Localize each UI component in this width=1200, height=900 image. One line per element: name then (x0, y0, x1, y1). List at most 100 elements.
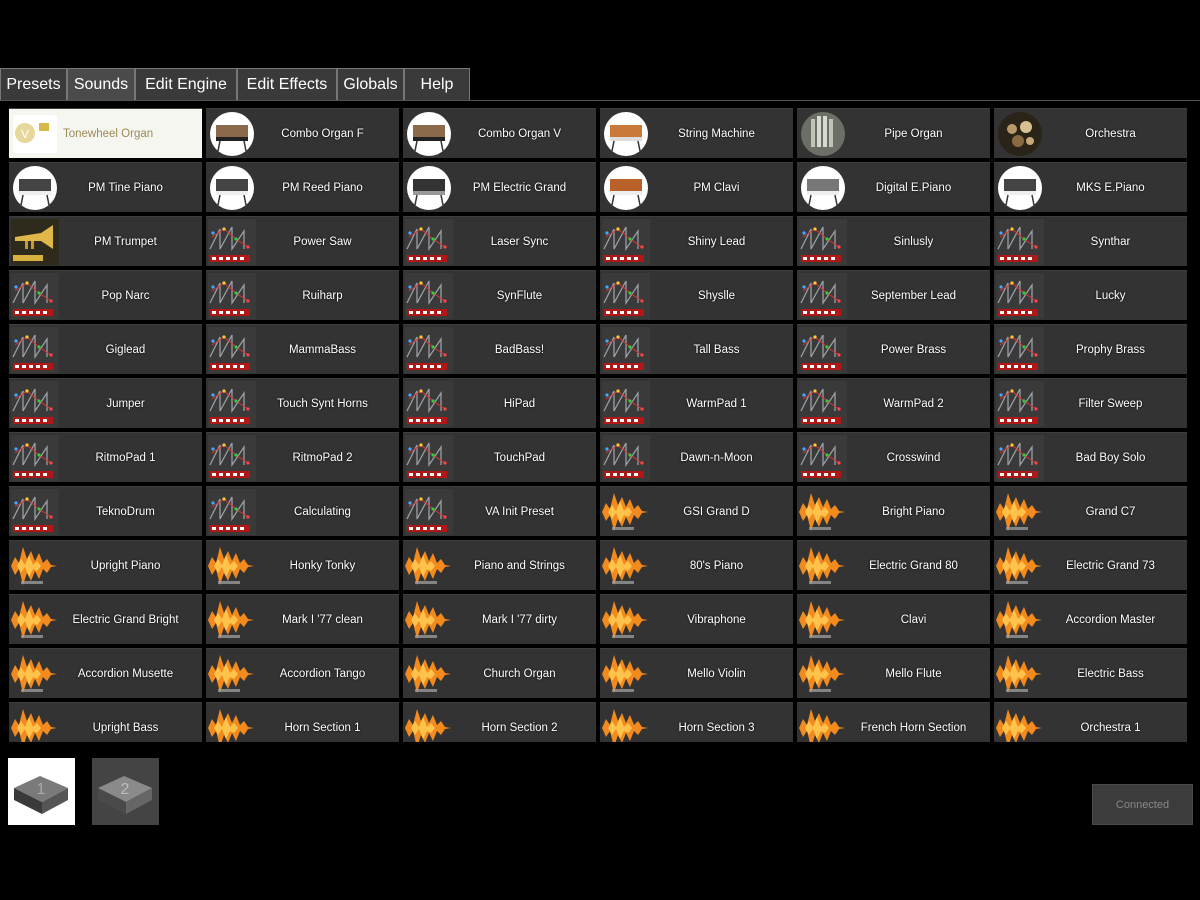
sound-item[interactable]: RitmoPad 1 (9, 432, 202, 482)
sound-item[interactable]: Giglead (9, 324, 202, 374)
sound-item[interactable]: PM Reed Piano (206, 162, 399, 212)
sound-item[interactable]: Church Organ (403, 648, 596, 698)
sound-item[interactable]: Clavi (797, 594, 990, 644)
sound-item[interactable]: PM Trumpet (9, 216, 202, 266)
tab-edit-engine[interactable]: Edit Engine (135, 68, 237, 100)
page-1-button[interactable]: 1 (8, 758, 75, 825)
sample-wave-icon (208, 597, 256, 643)
sound-item[interactable]: TeknoDrum (9, 486, 202, 536)
sound-item[interactable]: MammaBass (206, 324, 399, 374)
sound-item[interactable]: Calculating (206, 486, 399, 536)
sound-item[interactable]: Honky Tonky (206, 540, 399, 590)
svg-text:V: V (21, 127, 29, 141)
tab-help[interactable]: Help (404, 68, 470, 100)
sound-item[interactable]: HiPad (403, 378, 596, 428)
sound-item[interactable]: Upright Bass (9, 702, 202, 742)
sound-item[interactable]: Ruiharp (206, 270, 399, 320)
sound-item[interactable]: PM Electric Grand (403, 162, 596, 212)
sound-item[interactable]: Lucky (994, 270, 1187, 320)
sample-wave-icon (602, 489, 650, 535)
sound-item[interactable]: Upright Piano (9, 540, 202, 590)
page-2-button[interactable]: 2 (92, 758, 159, 825)
sound-item[interactable]: Accordion Tango (206, 648, 399, 698)
sound-item[interactable]: Orchestra (994, 108, 1187, 158)
tab-edit-effects[interactable]: Edit Effects (237, 68, 337, 100)
sound-item[interactable]: Grand C7 (994, 486, 1187, 536)
tab-globals[interactable]: Globals (337, 68, 404, 100)
sample-wave-icon (11, 705, 59, 742)
sound-item[interactable]: SynFlute (403, 270, 596, 320)
sound-item[interactable]: Bad Boy Solo (994, 432, 1187, 482)
sound-item[interactable]: Jumper (9, 378, 202, 428)
sound-item[interactable]: Sinlusly (797, 216, 990, 266)
sound-item-label: Bright Piano (882, 506, 945, 518)
sound-item[interactable]: VA Init Preset (403, 486, 596, 536)
sound-item-label: Mello Violin (687, 668, 746, 680)
sound-item[interactable]: Pop Narc (9, 270, 202, 320)
sound-item[interactable]: Mello Violin (600, 648, 793, 698)
sound-item[interactable]: Vibraphone (600, 594, 793, 644)
va-synth-icon (602, 381, 650, 427)
sound-item[interactable]: Prophy Brass (994, 324, 1187, 374)
sound-item[interactable]: Touch Synt Horns (206, 378, 399, 428)
sound-item[interactable]: WarmPad 2 (797, 378, 990, 428)
sound-item[interactable]: French Horn Section (797, 702, 990, 742)
sound-item[interactable]: Accordion Musette (9, 648, 202, 698)
sound-item[interactable]: Piano and Strings (403, 540, 596, 590)
sound-item[interactable]: Horn Section 3 (600, 702, 793, 742)
sound-item[interactable]: 80's Piano (600, 540, 793, 590)
sound-item[interactable]: Mello Flute (797, 648, 990, 698)
orchestra-icon (996, 111, 1044, 157)
sound-item-label: Clavi (900, 614, 927, 626)
organ-icon (208, 111, 256, 157)
sample-wave-icon (996, 705, 1044, 742)
sound-item[interactable]: Bright Piano (797, 486, 990, 536)
sound-item[interactable]: Power Saw (206, 216, 399, 266)
sound-item[interactable]: Horn Section 1 (206, 702, 399, 742)
sound-item[interactable]: Tall Bass (600, 324, 793, 374)
sound-item[interactable]: Electric Bass (994, 648, 1187, 698)
sound-item[interactable]: PM Clavi (600, 162, 793, 212)
tab-presets[interactable]: Presets (0, 68, 67, 100)
sound-item[interactable]: TouchPad (403, 432, 596, 482)
sound-item[interactable]: Power Brass (797, 324, 990, 374)
svg-text:2: 2 (121, 781, 130, 798)
sound-item-label: 80's Piano (689, 560, 744, 572)
sound-item[interactable]: Electric Grand Bright (9, 594, 202, 644)
sound-item[interactable]: GSI Grand D (600, 486, 793, 536)
sound-item[interactable]: September Lead (797, 270, 990, 320)
sound-item[interactable]: RitmoPad 2 (206, 432, 399, 482)
sound-item[interactable]: MKS E.Piano (994, 162, 1187, 212)
sound-item[interactable]: Crosswind (797, 432, 990, 482)
sound-item[interactable]: Shiny Lead (600, 216, 793, 266)
sound-item[interactable]: BadBass! (403, 324, 596, 374)
sound-item[interactable]: V Tonewheel Organ (9, 108, 202, 158)
sample-wave-icon (996, 651, 1044, 697)
sound-item[interactable]: WarmPad 1 (600, 378, 793, 428)
sound-item[interactable]: Electric Grand 80 (797, 540, 990, 590)
sound-item[interactable]: Mark I '77 clean (206, 594, 399, 644)
sound-item[interactable]: Combo Organ V (403, 108, 596, 158)
sound-item-label: Accordion Master (1065, 614, 1156, 626)
sound-item[interactable]: Accordion Master (994, 594, 1187, 644)
sound-item[interactable]: Pipe Organ (797, 108, 990, 158)
sound-item[interactable]: Digital E.Piano (797, 162, 990, 212)
sound-item[interactable]: Filter Sweep (994, 378, 1187, 428)
sound-item[interactable]: Horn Section 2 (403, 702, 596, 742)
sound-item[interactable]: Combo Organ F (206, 108, 399, 158)
tab-sounds[interactable]: Sounds (67, 68, 135, 100)
sound-item[interactable]: Mark I '77 dirty (403, 594, 596, 644)
va-synth-icon (405, 489, 453, 535)
sound-item[interactable]: Synthar (994, 216, 1187, 266)
sound-item[interactable]: String Machine (600, 108, 793, 158)
connection-status-button[interactable]: Connected (1092, 784, 1193, 825)
sound-item[interactable]: Laser Sync (403, 216, 596, 266)
sound-item[interactable]: Orchestra 1 (994, 702, 1187, 742)
va-synth-icon (602, 273, 650, 319)
sound-item-label: Ruiharp (302, 290, 343, 302)
sound-item[interactable]: Electric Grand 73 (994, 540, 1187, 590)
sound-item[interactable]: Dawn-n-Moon (600, 432, 793, 482)
sound-item[interactable]: Shyslle (600, 270, 793, 320)
sound-item[interactable]: PM Tine Piano (9, 162, 202, 212)
sound-item-label: Grand C7 (1085, 506, 1136, 518)
